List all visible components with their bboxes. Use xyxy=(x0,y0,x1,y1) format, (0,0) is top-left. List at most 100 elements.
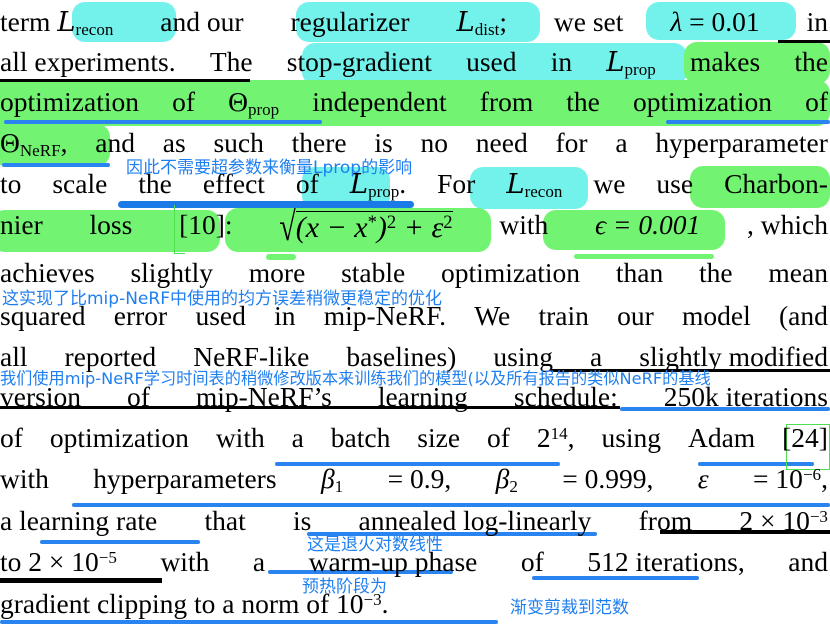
seg-eq2: = 0.999, xyxy=(562,463,654,494)
seg-adam: Adam xyxy=(687,422,756,453)
text-line-13: a learning rate that is annealed log-lin… xyxy=(0,505,828,536)
text-line-4: ΘNeRF, and as such there is no need for … xyxy=(0,129,830,159)
seg-used: used xyxy=(466,46,517,77)
seg-sqrt-body: (x − x*)2 + ε2 xyxy=(295,211,453,244)
seg-slightly: slightly xyxy=(130,257,213,288)
seg-loss: loss xyxy=(89,209,133,240)
seg-recon-sub-2: recon xyxy=(524,181,563,201)
seg-to: to xyxy=(0,168,22,199)
seg-use: use xyxy=(656,168,694,199)
seg-exp-m6: −6 xyxy=(802,464,822,484)
seg-term: term xyxy=(0,6,58,37)
seg-from2: from xyxy=(638,505,693,536)
annotation-annealed-loglinear: 这是退火对数线性 xyxy=(307,535,443,555)
seg-dist-sub: dist xyxy=(474,19,500,39)
seg-all-experiments: all experiments. xyxy=(0,46,176,77)
seg-baselines: baselines) xyxy=(346,341,457,372)
seg-and-our: and our xyxy=(160,6,244,37)
seg-semicolon: ; xyxy=(499,6,507,37)
seg-exp-m3: −3 xyxy=(809,506,828,526)
seg-lambda-eq: = 0.01 xyxy=(682,6,760,37)
annotation-gradient-clipping: 渐变剪裁到范数 xyxy=(510,598,629,618)
seg-beta2-sub: 2 xyxy=(509,476,518,496)
seg-more: more xyxy=(248,257,306,288)
text-line-6: nier loss [10]: √(x − x*)2 + ε2 with ϵ =… xyxy=(0,205,828,250)
seg-beta1: β xyxy=(320,463,335,494)
text-line-1: term Lrecon and our regularizer Ldist; w… xyxy=(0,6,828,39)
seg-optimization4: optimization xyxy=(49,422,189,453)
seg-mean: mean xyxy=(768,257,828,288)
seg-stable: stable xyxy=(341,257,406,288)
document-page: term Lrecon and our regularizer Ldist; w… xyxy=(0,0,830,630)
text-line-7: achieves slightly more stable optimizati… xyxy=(0,259,830,287)
annotation-warmup-phase: 预热阶段为 xyxy=(302,577,387,597)
seg-in: in xyxy=(806,6,828,37)
seg-regularizer: regularizer xyxy=(290,6,410,37)
seg-for2: For xyxy=(437,168,476,199)
seg-we2: We xyxy=(474,300,511,331)
seg-of5: of xyxy=(0,422,23,453)
seg-batch: batch xyxy=(330,422,391,453)
seg-theta-2: Θ xyxy=(0,127,20,158)
seg-using: using xyxy=(493,341,553,372)
text-line-15: gradient clipping to a norm of 10−3. xyxy=(0,590,830,618)
seg-prop-sub-2: prop xyxy=(247,99,280,119)
seg-of6: of xyxy=(487,422,510,453)
seg-as: as xyxy=(162,127,186,158)
seg-achieves: achieves xyxy=(0,257,95,288)
seg-optimization2: optimization xyxy=(632,86,772,117)
seg-with: with xyxy=(499,209,549,240)
seg-using2: using xyxy=(601,422,662,453)
underline-scale-effect-lprop xyxy=(118,201,414,208)
seg-in2: in xyxy=(550,46,573,77)
seg-and2: and xyxy=(95,127,135,158)
seg-and3: (and xyxy=(779,300,828,331)
seg-sqrt-symbol: √ xyxy=(279,205,296,250)
underline-optimization-of xyxy=(666,120,830,124)
seg-need: need xyxy=(475,127,528,158)
seg-and4: and xyxy=(788,546,828,577)
seg-lambda: λ xyxy=(670,6,683,37)
seg-hyperparameters2: hyperparameters xyxy=(93,463,277,494)
seg-of2: of xyxy=(805,86,828,117)
text-line-3: optimization of Θprop independent from t… xyxy=(0,88,830,118)
seg-such: such xyxy=(213,127,264,158)
seg-the2: the xyxy=(794,46,828,77)
seg-beta2: β xyxy=(495,463,510,494)
seg-theta-1: Θ xyxy=(228,86,248,117)
text-line-5: to scale the effect of Lprop. For Lrecon… xyxy=(0,168,828,201)
seg-a2: a xyxy=(590,341,603,372)
underline-theta-nerf xyxy=(2,163,110,167)
seg-cite-10: [10] xyxy=(179,209,225,240)
text-line-9: all reported NeRF-like baselines) using … xyxy=(0,343,830,371)
annotation-stable-optimization: 这实现了比mip-NeRF中使用的均方误差稍微更稳定的优化 xyxy=(2,289,442,309)
seg-model: model xyxy=(682,300,751,331)
seg-slightly-modified: slightly modified xyxy=(639,341,828,372)
seg-with4: with xyxy=(160,546,210,577)
seg-is2: is xyxy=(292,505,312,536)
seg-a3: a xyxy=(291,422,304,453)
seg-the3: the xyxy=(566,86,600,117)
underline-all-experiments xyxy=(0,79,250,82)
seg-that: that xyxy=(204,505,246,536)
seg-stop-gradient: stop-gradient xyxy=(286,46,432,77)
seg-independent: independent xyxy=(312,86,447,117)
underline-learning-rate xyxy=(40,540,200,544)
seg-optimization3: optimization xyxy=(441,257,581,288)
underline-2e-5 xyxy=(0,578,162,583)
seg-than: than xyxy=(615,257,664,288)
seg-a4: a xyxy=(252,546,266,577)
seg-for: for xyxy=(555,127,588,158)
seg-our: our xyxy=(617,300,654,331)
seg-epsilon-val: ϵ = 0.001 xyxy=(594,209,701,240)
seg-512-iterations: 512 iterations, xyxy=(587,546,745,577)
seg-no: no xyxy=(420,127,449,158)
seg-annealed: annealed log-linearly xyxy=(358,505,592,536)
seg-charbon: Charbon- xyxy=(724,168,828,199)
underline-gradient-clipping xyxy=(0,620,498,624)
seg-reported: reported xyxy=(64,341,157,372)
seg-a-learning-rate: a learning rate xyxy=(0,505,158,536)
seg-a: a xyxy=(615,127,628,158)
underline-optimization-theta-prop xyxy=(4,120,322,124)
text-line-11: of optimization with a batch size of 214… xyxy=(0,422,828,453)
